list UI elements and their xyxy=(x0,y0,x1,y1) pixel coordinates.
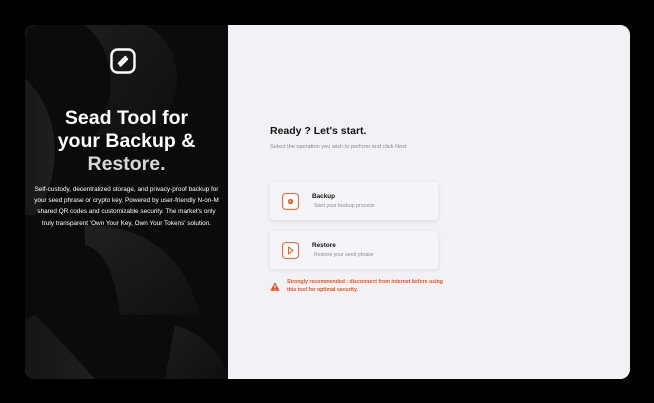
backup-icon xyxy=(282,193,299,210)
backup-option-card[interactable]: Backup Start your backup process xyxy=(270,182,438,220)
security-warning-text: Strongly recommended : disconnect from i… xyxy=(287,279,443,293)
hero-title-line-2: your Backup & xyxy=(57,130,196,152)
restore-option-description: Restore your seed phrase xyxy=(314,252,374,258)
hero-title-line-3: Restore. xyxy=(87,153,166,175)
restore-option-title: Restore xyxy=(312,242,336,249)
hero-title-line-1: Sead Tool for xyxy=(64,107,189,129)
app-window: Sead Tool for your Backup & Restore. Sel… xyxy=(25,25,630,379)
restore-option-card[interactable]: Restore Restore your seed phrase xyxy=(270,231,438,269)
backup-option-title: Backup xyxy=(312,193,336,200)
warning-triangle-icon xyxy=(270,282,280,291)
hero-panel: Sead Tool for your Backup & Restore. Sel… xyxy=(25,25,228,379)
hero-title: Sead Tool for your Backup & Restore. xyxy=(25,107,228,176)
page-subtitle: Select the operation you wish to perform… xyxy=(270,144,407,150)
restore-icon xyxy=(282,242,299,259)
main-panel: Ready ? Let's start. Select the operatio… xyxy=(228,25,630,379)
seed-tool-logo-icon xyxy=(110,48,136,74)
backup-option-description: Start your backup process xyxy=(314,203,375,209)
hero-description: Self-custody, decentralized storage, and… xyxy=(34,186,219,227)
page-title: Ready ? Let's start. xyxy=(270,125,367,137)
